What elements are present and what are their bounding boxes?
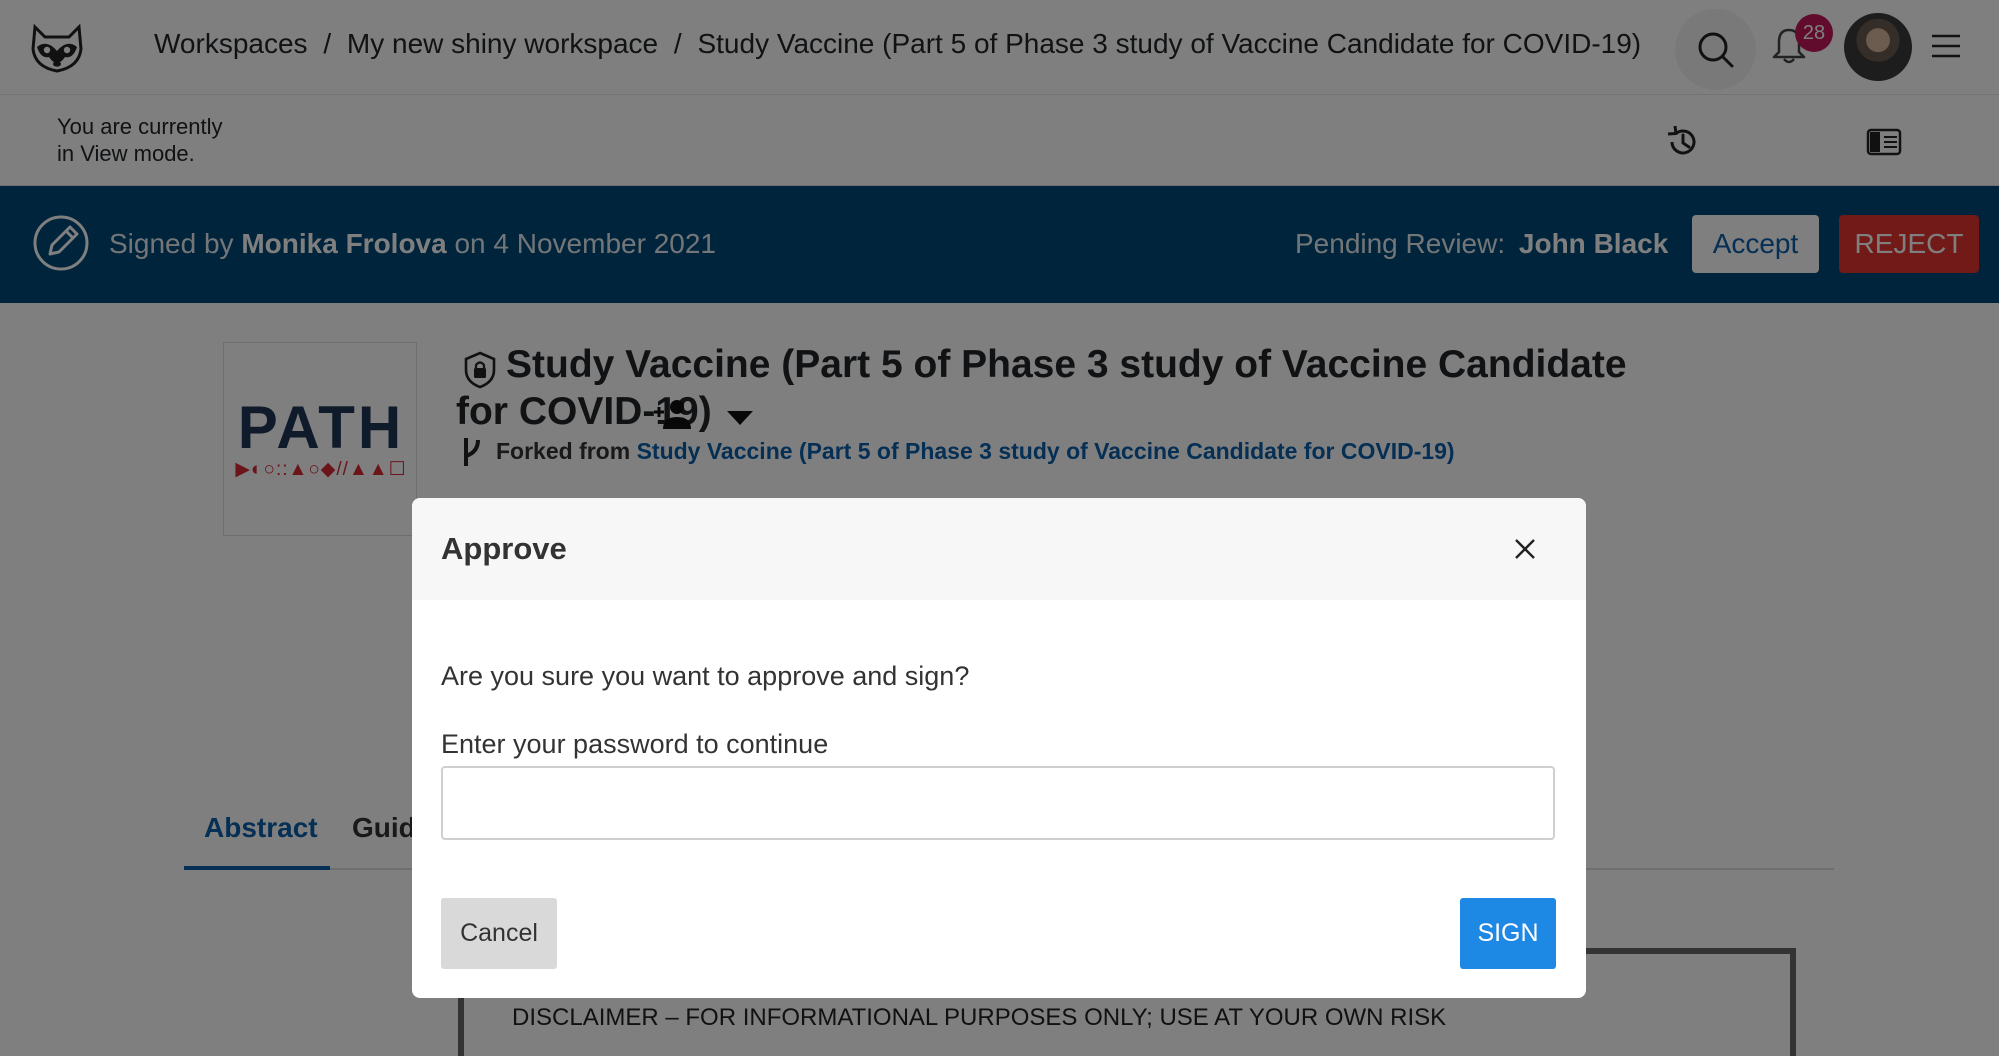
sign-button[interactable]: SIGN — [1460, 898, 1556, 969]
dialog-title: Approve — [441, 531, 567, 566]
password-label: Enter your password to continue — [441, 729, 829, 759]
dialog-header: Approve — [412, 498, 1586, 600]
confirm-question: Are you sure you want to approve and sig… — [441, 661, 970, 691]
cancel-button[interactable]: Cancel — [441, 898, 557, 969]
close-icon[interactable] — [1510, 534, 1540, 564]
password-field[interactable] — [441, 766, 1555, 840]
approve-dialog: Approve Are you sure you want to approve… — [412, 498, 1586, 998]
